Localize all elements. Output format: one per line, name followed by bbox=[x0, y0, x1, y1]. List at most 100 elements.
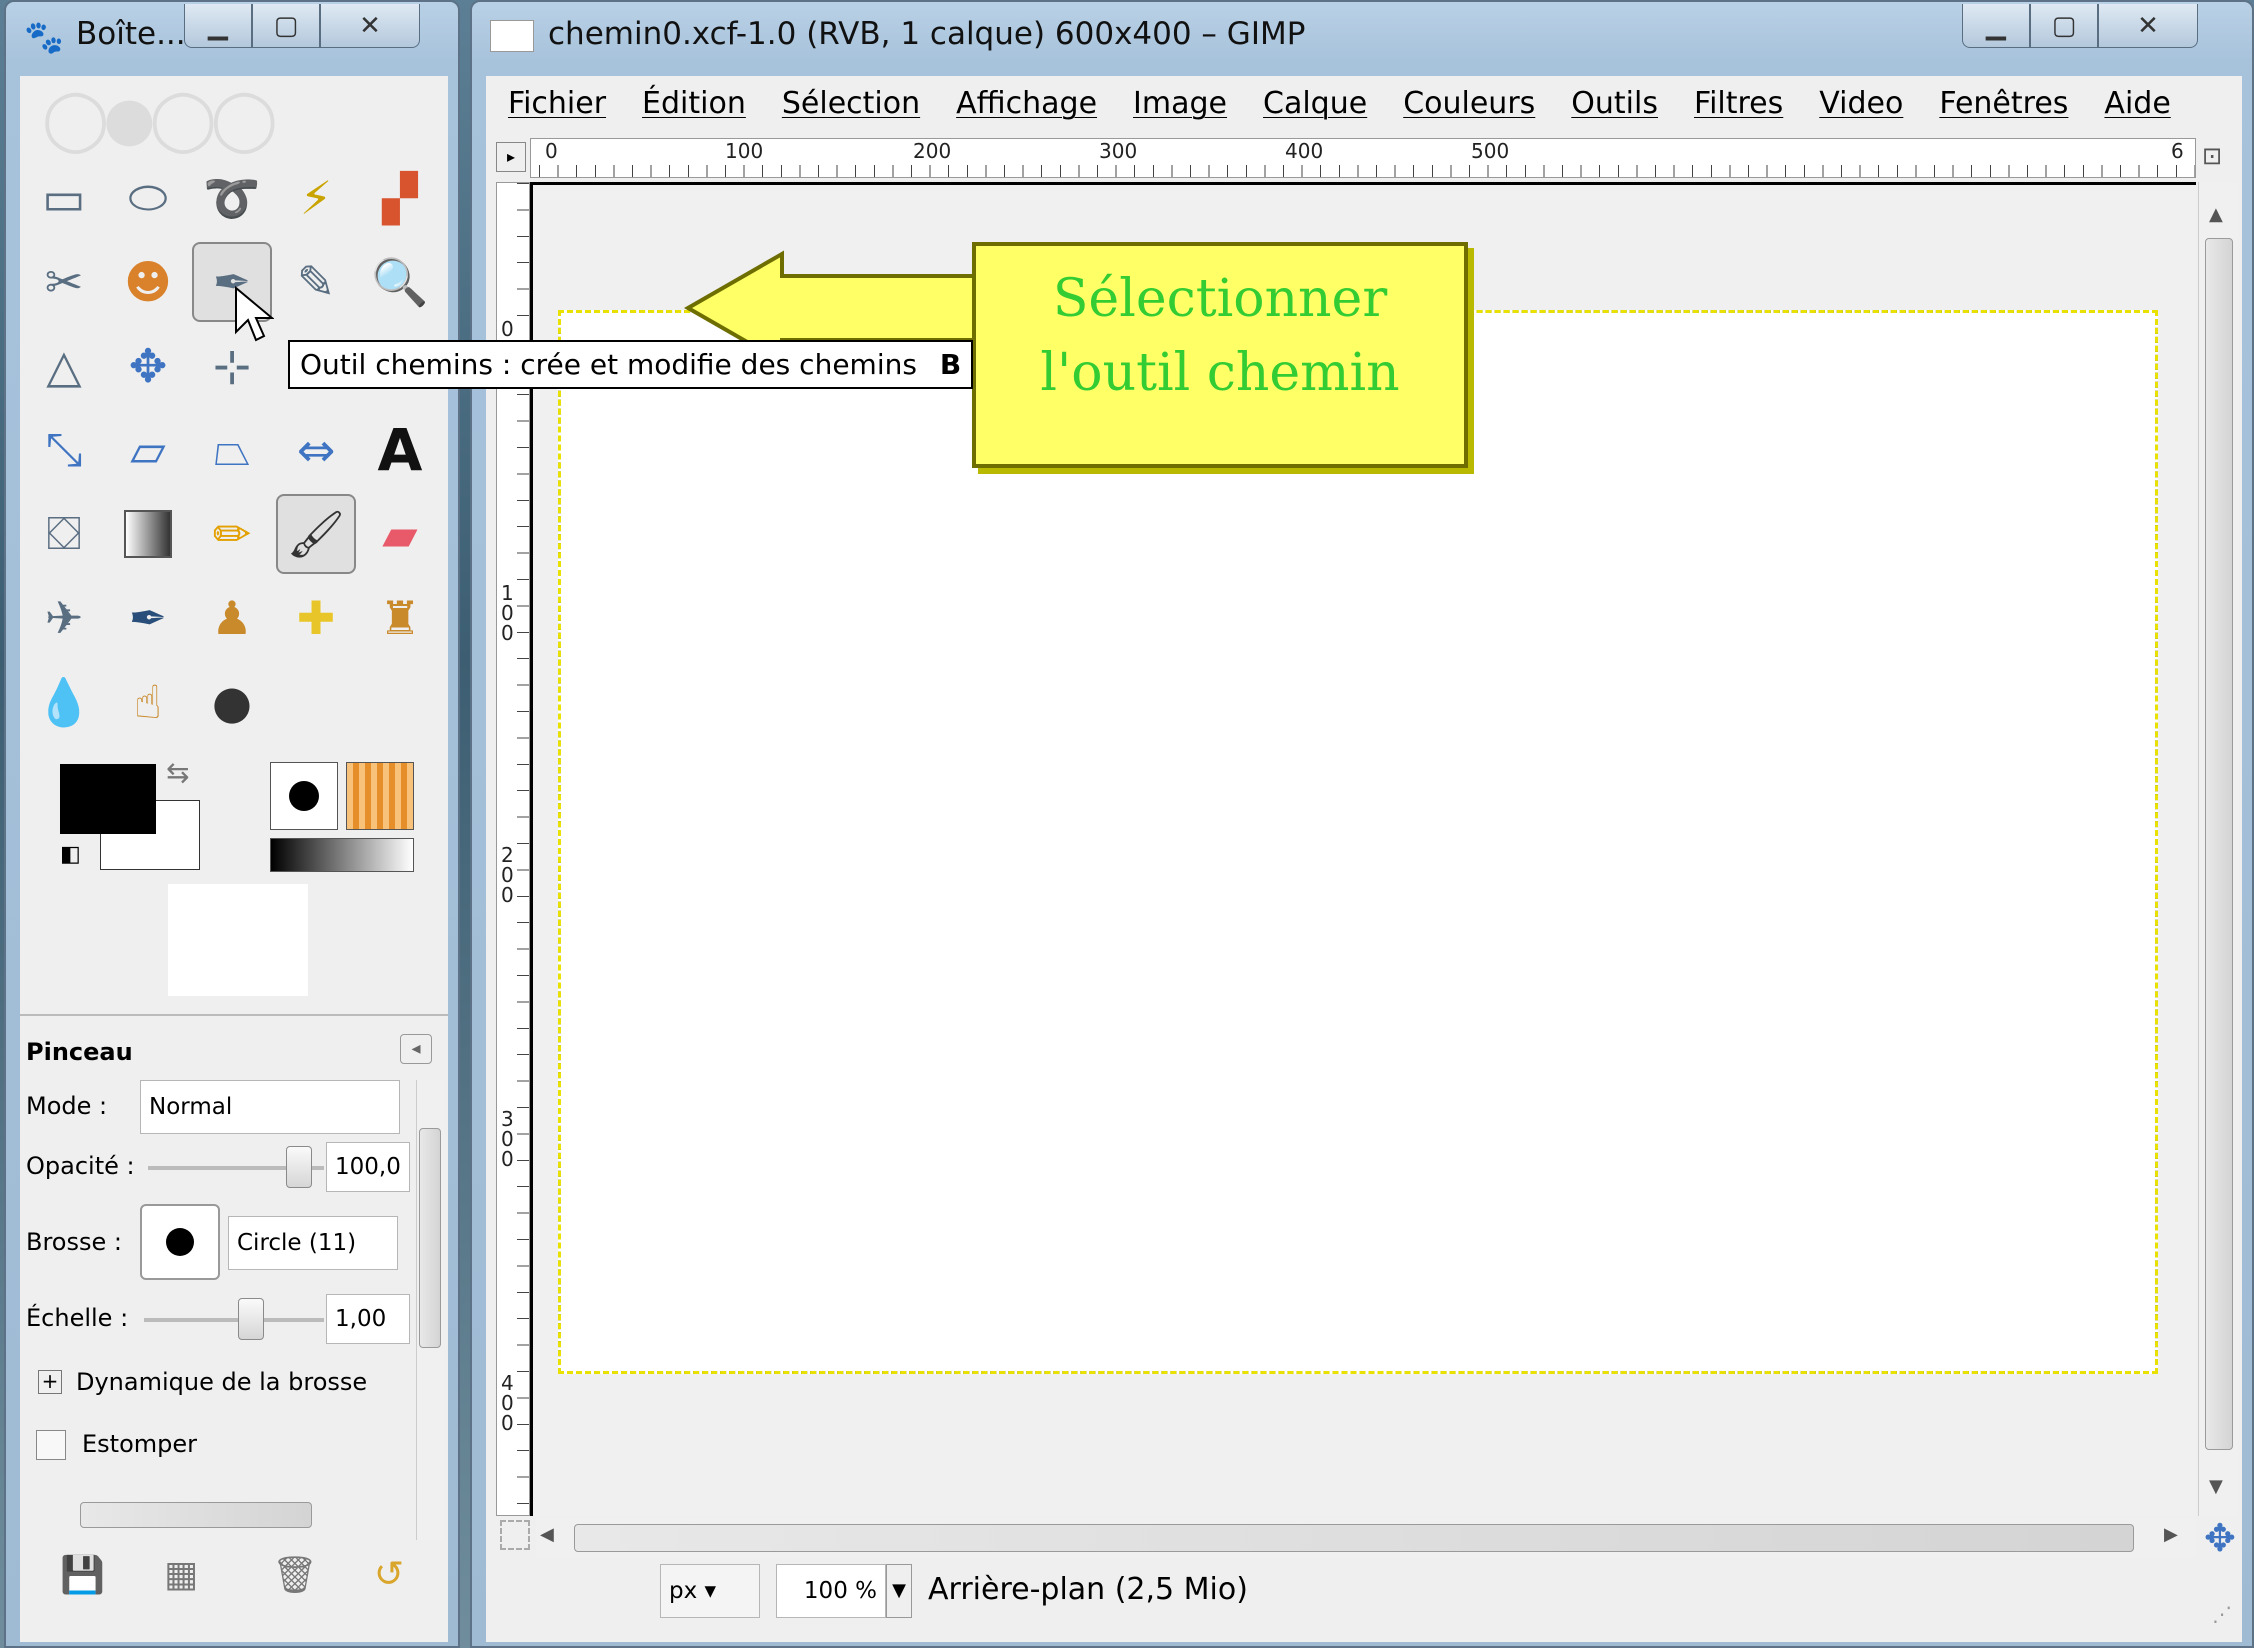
minimize-button[interactable]: ▁ bbox=[1962, 4, 2030, 48]
tooltip-text: Outil chemins : crée et modifie des chem… bbox=[300, 348, 917, 381]
brush-preview-button[interactable] bbox=[140, 1204, 220, 1280]
image-window-icon bbox=[490, 20, 534, 52]
tool-options-menu-button[interactable]: ◂ bbox=[400, 1034, 432, 1064]
scroll-down-icon[interactable]: ▼ bbox=[2209, 1476, 2223, 1497]
lasso-tool-icon[interactable]: ➰ bbox=[192, 158, 272, 238]
menu-filtres[interactable]: Filtres bbox=[1694, 86, 1783, 121]
menu-image[interactable]: Image bbox=[1133, 86, 1227, 121]
fuzzy-select-tool-icon[interactable]: ⚡ bbox=[276, 158, 356, 238]
menu-selection[interactable]: Sélection bbox=[782, 86, 920, 121]
image-canvas[interactable] bbox=[558, 310, 2158, 1374]
color-select-tool-icon[interactable]: ▞ bbox=[360, 158, 440, 238]
horizontal-ruler[interactable]: 0 100 200 300 400 500 6 bbox=[530, 138, 2196, 178]
mode-select[interactable]: Normal bbox=[140, 1080, 400, 1134]
rect-select-tool-icon[interactable]: ▭ bbox=[24, 158, 104, 238]
options-scrollbar-thumb[interactable] bbox=[419, 1128, 441, 1348]
ruler-h-label: 400 bbox=[1285, 139, 1324, 163]
scale-tool-icon[interactable]: ⤡ bbox=[24, 410, 104, 490]
text-tool-icon[interactable]: A bbox=[360, 410, 440, 490]
callout-line1: Sélectionner bbox=[1052, 269, 1388, 329]
dynamics-label[interactable]: Dynamique de la brosse bbox=[76, 1368, 367, 1396]
ink-tool-icon[interactable]: ✒ bbox=[108, 578, 188, 658]
close-button[interactable]: ✕ bbox=[320, 4, 420, 48]
options-scrollbar[interactable] bbox=[416, 1080, 444, 1540]
scroll-up-icon[interactable]: ▲ bbox=[2209, 204, 2223, 225]
menu-video[interactable]: Video bbox=[1819, 86, 1903, 121]
flip-tool-icon[interactable]: ⇔ bbox=[276, 410, 356, 490]
close-button[interactable]: ✕ bbox=[2098, 4, 2198, 48]
active-image-preview[interactable] bbox=[168, 884, 308, 996]
blur-checkbox[interactable] bbox=[36, 1430, 66, 1460]
menu-aide[interactable]: Aide bbox=[2104, 86, 2170, 121]
opacity-value-field[interactable]: 100,0 bbox=[326, 1142, 410, 1192]
scale-slider[interactable] bbox=[144, 1318, 324, 1322]
zoom-tool-icon[interactable]: 🔍 bbox=[360, 242, 440, 322]
maximize-button[interactable]: ▢ bbox=[252, 4, 320, 48]
eraser-tool-icon[interactable]: ▰ bbox=[360, 494, 440, 574]
reset-options-icon[interactable]: ↺ bbox=[374, 1554, 404, 1595]
canvas-vscrollbar-thumb[interactable] bbox=[2205, 238, 2233, 1450]
zoom-to-fit-icon[interactable]: ⊡ bbox=[2202, 142, 2222, 170]
quick-mask-icon[interactable] bbox=[500, 1520, 530, 1550]
maximize-button[interactable]: ▢ bbox=[2030, 4, 2098, 48]
options-hscrollbar[interactable] bbox=[40, 1500, 400, 1530]
move-tool-icon[interactable]: ✥ bbox=[108, 326, 188, 406]
ruler-menu-button[interactable]: ▸ bbox=[496, 142, 526, 172]
zoom-field[interactable]: 100 % bbox=[776, 1564, 886, 1618]
dodge-burn-tool-icon[interactable]: ● bbox=[192, 662, 272, 742]
scale-label: Échelle : bbox=[26, 1304, 129, 1332]
perspective-tool-icon[interactable]: ⏢ bbox=[192, 410, 272, 490]
foreground-select-tool-icon[interactable]: ☻ bbox=[108, 242, 188, 322]
canvas-vscrollbar[interactable]: ▲ ▼ bbox=[2198, 182, 2238, 1516]
save-options-icon[interactable]: 💾 bbox=[60, 1554, 105, 1596]
blend-tool-icon[interactable] bbox=[108, 494, 188, 574]
gradient-indicator[interactable] bbox=[270, 838, 414, 872]
ellipse-select-tool-icon[interactable]: ⬭ bbox=[108, 158, 188, 238]
menu-fichier[interactable]: Fichier bbox=[508, 86, 606, 121]
perspective-clone-tool-icon[interactable]: ♜ bbox=[360, 578, 440, 658]
paintbrush-tool-icon[interactable]: 🖌 bbox=[276, 494, 356, 574]
bucket-fill-tool-icon[interactable]: ⛋ bbox=[24, 494, 104, 574]
toolbox-window: 🐾 Boîte... ▁ ▢ ✕ ◯●◯◯ ▭ ⬭ ➰ ⚡ ▞ ✂ ☻ ✒ ✎ … bbox=[4, 0, 460, 1648]
scroll-right-icon[interactable]: ▶ bbox=[2164, 1524, 2178, 1545]
shear-tool-icon[interactable]: ▱ bbox=[108, 410, 188, 490]
restore-options-icon[interactable]: ▦ bbox=[164, 1554, 198, 1595]
image-titlebar[interactable]: chemin0.xcf-1.0 (RVB, 1 calque) 600x400 … bbox=[472, 2, 2252, 72]
gimp-logo-icon: 🐾 bbox=[24, 18, 64, 56]
menu-affichage[interactable]: Affichage bbox=[956, 86, 1097, 121]
smudge-tool-icon[interactable]: ☝ bbox=[108, 662, 188, 742]
blur-sharpen-tool-icon[interactable]: 💧 bbox=[24, 662, 104, 742]
default-colors-icon[interactable]: ◧ bbox=[60, 842, 81, 867]
menu-couleurs[interactable]: Couleurs bbox=[1403, 86, 1535, 121]
color-picker-tool-icon[interactable]: ✎ bbox=[276, 242, 356, 322]
swap-colors-icon[interactable]: ⇆ bbox=[166, 756, 189, 789]
dynamics-expander-icon[interactable]: + bbox=[38, 1370, 62, 1394]
brush-indicator[interactable] bbox=[270, 762, 338, 830]
scissors-tool-icon[interactable]: ✂ bbox=[24, 242, 104, 322]
scale-value-field[interactable]: 1,00 bbox=[326, 1294, 410, 1344]
menu-edition[interactable]: Édition bbox=[642, 86, 746, 121]
brush-name-field[interactable]: Circle (11) bbox=[228, 1216, 398, 1270]
navigate-icon[interactable]: ✥ bbox=[2204, 1516, 2236, 1560]
menu-outils[interactable]: Outils bbox=[1571, 86, 1658, 121]
airbrush-tool-icon[interactable]: ✈ bbox=[24, 578, 104, 658]
pattern-indicator[interactable] bbox=[346, 762, 414, 830]
opacity-slider-handle[interactable] bbox=[286, 1146, 312, 1188]
pencil-tool-icon[interactable]: ✏ bbox=[192, 494, 272, 574]
unit-select[interactable]: px ▾ bbox=[660, 1564, 760, 1618]
minimize-button[interactable]: ▁ bbox=[184, 4, 252, 48]
canvas-hscrollbar-thumb[interactable] bbox=[574, 1524, 2134, 1552]
menu-fenetres[interactable]: Fenêtres bbox=[1939, 86, 2068, 121]
options-hscrollbar-thumb[interactable] bbox=[80, 1502, 312, 1528]
clone-tool-icon[interactable]: ♟ bbox=[192, 578, 272, 658]
delete-options-icon[interactable]: 🗑 bbox=[272, 1554, 318, 1596]
canvas-hscrollbar[interactable]: ◀ ▶ bbox=[536, 1518, 2196, 1558]
heal-tool-icon[interactable]: ✚ bbox=[276, 578, 356, 658]
menu-calque[interactable]: Calque bbox=[1263, 86, 1367, 121]
toolbox-titlebar[interactable]: 🐾 Boîte... ▁ ▢ ✕ bbox=[6, 2, 458, 72]
scroll-left-icon[interactable]: ◀ bbox=[540, 1524, 554, 1545]
zoom-dropdown-button[interactable]: ▼ bbox=[886, 1564, 912, 1618]
scale-slider-handle[interactable] bbox=[238, 1298, 264, 1340]
resize-grip-icon[interactable]: ⋰ bbox=[2212, 1602, 2232, 1626]
measure-tool-icon[interactable]: △ bbox=[24, 326, 104, 406]
